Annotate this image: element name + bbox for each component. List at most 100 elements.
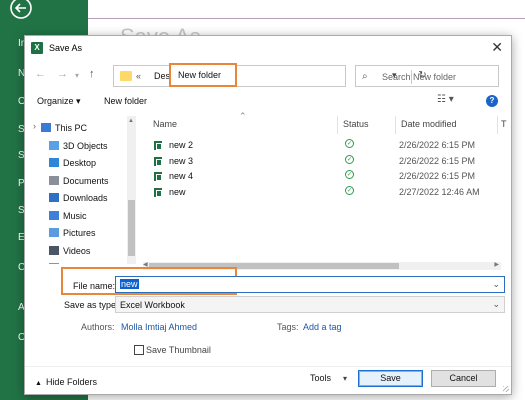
tree-item-label: Desktop	[63, 158, 97, 168]
organize-button[interactable]: Organize ▾	[37, 96, 81, 107]
file-row[interactable]: new ✓ 2/27/2022 12:46 AM	[143, 185, 503, 200]
tree-item[interactable]: Videos	[33, 243, 136, 259]
folder-icon	[120, 71, 132, 81]
column-header-type[interactable]: T	[501, 119, 507, 129]
search-icon: ⌕	[362, 71, 368, 82]
scroll-up-icon[interactable]: ▲	[128, 118, 134, 124]
tools-dropdown-icon[interactable]: ▾	[343, 374, 347, 383]
tree-item[interactable]: Desktop	[33, 155, 136, 171]
save-as-type-label: Save as type:	[64, 300, 119, 310]
tree-scrollbar[interactable]: ▲	[127, 116, 136, 264]
add-tag-link[interactable]: Add a tag	[303, 322, 342, 332]
save-as-type-select[interactable]: Excel Workbook ⌄	[115, 296, 505, 313]
help-icon[interactable]: ?	[486, 95, 498, 107]
back-arrow-icon	[10, 0, 32, 19]
excel-file-icon	[153, 171, 163, 182]
file-name: new 2	[169, 140, 194, 150]
file-row[interactable]: new 4 ✓ 2/26/2022 6:15 PM	[143, 169, 503, 184]
forward-nav-icon[interactable]: →	[57, 68, 68, 80]
excel-file-icon	[153, 186, 163, 198]
scroll-right-icon[interactable]: ▶	[494, 261, 499, 268]
tree-item[interactable]: Music	[33, 208, 136, 224]
sync-status-icon: ✓	[345, 139, 354, 148]
expand-chevron-icon[interactable]: ›	[33, 121, 36, 131]
desktop-icon	[49, 158, 59, 167]
file-name-label: File name:	[73, 281, 116, 291]
column-divider	[395, 116, 396, 134]
pictures-icon	[49, 228, 59, 237]
tree-item[interactable]: Local Disk (C:)	[33, 260, 136, 264]
tools-button[interactable]: Tools	[310, 373, 331, 383]
cancel-button[interactable]: Cancel	[431, 370, 496, 387]
chevron-up-icon: ▲	[35, 380, 42, 387]
file-row[interactable]: new 3 ✓ 2/26/2022 6:15 PM	[143, 154, 503, 169]
view-options-icon[interactable]: ☷ ▾	[437, 94, 454, 105]
file-date: 2/26/2022 6:15 PM	[399, 155, 476, 166]
tree-item[interactable]: Downloads	[33, 190, 136, 206]
search-box[interactable]: ⌕ Search New folder	[355, 65, 499, 87]
column-header-status[interactable]: Status	[343, 119, 369, 129]
documents-icon	[49, 175, 59, 185]
tree-item-label: Documents	[63, 175, 109, 186]
new-folder-button[interactable]: New folder	[104, 96, 147, 106]
tree-scroll-thumb[interactable]	[128, 200, 135, 256]
videos-icon	[49, 245, 59, 255]
file-name-dropdown-icon[interactable]: ⌄	[492, 279, 500, 290]
column-header-name[interactable]: Name	[153, 119, 177, 129]
save-button[interactable]: Save	[358, 370, 423, 387]
column-header-date[interactable]: Date modified	[401, 119, 457, 129]
tree-item-label: Videos	[63, 245, 91, 256]
column-divider	[337, 116, 338, 134]
excel-app-icon: X	[31, 42, 43, 54]
file-list: ⌃ Name Status Date modified T new 2 ✓ 2/26…	[143, 111, 511, 264]
file-name: new 4	[169, 171, 194, 181]
sync-status-icon: ✓	[345, 154, 354, 164]
file-date: 2/27/2022 12:46 AM	[399, 186, 480, 197]
tree-item-label: Music	[63, 210, 87, 221]
back-nav-icon[interactable]: ←	[35, 68, 46, 80]
up-folder-icon[interactable]: ↑	[89, 68, 95, 80]
save-as-type-dropdown-icon[interactable]: ⌄	[492, 299, 500, 310]
tags-label: Tags:	[277, 322, 299, 332]
dialog-titlebar[interactable]: X Save As ✕	[25, 36, 511, 60]
file-name: new	[169, 186, 186, 197]
excel-file-icon	[153, 155, 163, 167]
tree-item-label: Downloads	[63, 193, 108, 203]
tree-item[interactable]: Pictures	[33, 225, 136, 241]
breadcrumb-overflow[interactable]: «	[136, 71, 141, 81]
sync-status-icon: ✓	[345, 185, 354, 195]
file-date: 2/26/2022 6:15 PM	[399, 171, 476, 181]
authors-label: Authors:	[81, 322, 115, 332]
file-row[interactable]: new 2 ✓ 2/26/2022 6:15 PM	[143, 138, 503, 153]
cube-icon	[49, 140, 59, 150]
tree-item-label: Pictures	[63, 228, 96, 238]
sort-indicator-icon: ⌃	[239, 111, 247, 121]
navigation-tree: › This PC 3D Objects Desktop Documents Downlo…	[33, 116, 136, 264]
file-name-value[interactable]: new	[120, 279, 139, 289]
tree-item[interactable]: › This PC	[33, 120, 136, 136]
save-as-type-value: Excel Workbook	[120, 300, 185, 310]
sync-status-icon: ✓	[345, 170, 354, 179]
file-name-input[interactable]: new ⌄	[115, 276, 505, 293]
navigation-bar: ← → ▾ ↑ « Desktop › ▾ ↻ ⌕ Search New fol…	[25, 62, 511, 88]
file-name: new 3	[169, 155, 194, 166]
close-icon[interactable]: ✕	[491, 39, 503, 55]
back-button[interactable]	[8, 0, 36, 24]
authors-value[interactable]: Molla Imtiaj Ahmed	[121, 322, 197, 332]
recent-locations-icon[interactable]: ▾	[75, 70, 79, 82]
resize-grip[interactable]	[503, 386, 509, 392]
save-thumbnail-label[interactable]: Save Thumbnail	[146, 345, 211, 355]
save-thumbnail-checkbox[interactable]	[134, 345, 144, 355]
breadcrumb-current-folder[interactable]: New folder	[169, 63, 237, 87]
pc-icon	[41, 123, 51, 132]
disk-icon	[49, 263, 59, 264]
music-icon	[49, 210, 59, 220]
backstage-divider	[88, 18, 525, 19]
hide-folders-button[interactable]: ▲ Hide Folders	[35, 377, 97, 387]
tree-item[interactable]: Documents	[33, 173, 136, 189]
hide-folders-label: Hide Folders	[45, 377, 97, 387]
tree-item[interactable]: 3D Objects	[33, 138, 136, 154]
excel-file-icon	[153, 140, 163, 151]
tree-item-label: Local Disk (C:)	[63, 263, 122, 264]
dialog-title: Save As	[49, 43, 83, 53]
